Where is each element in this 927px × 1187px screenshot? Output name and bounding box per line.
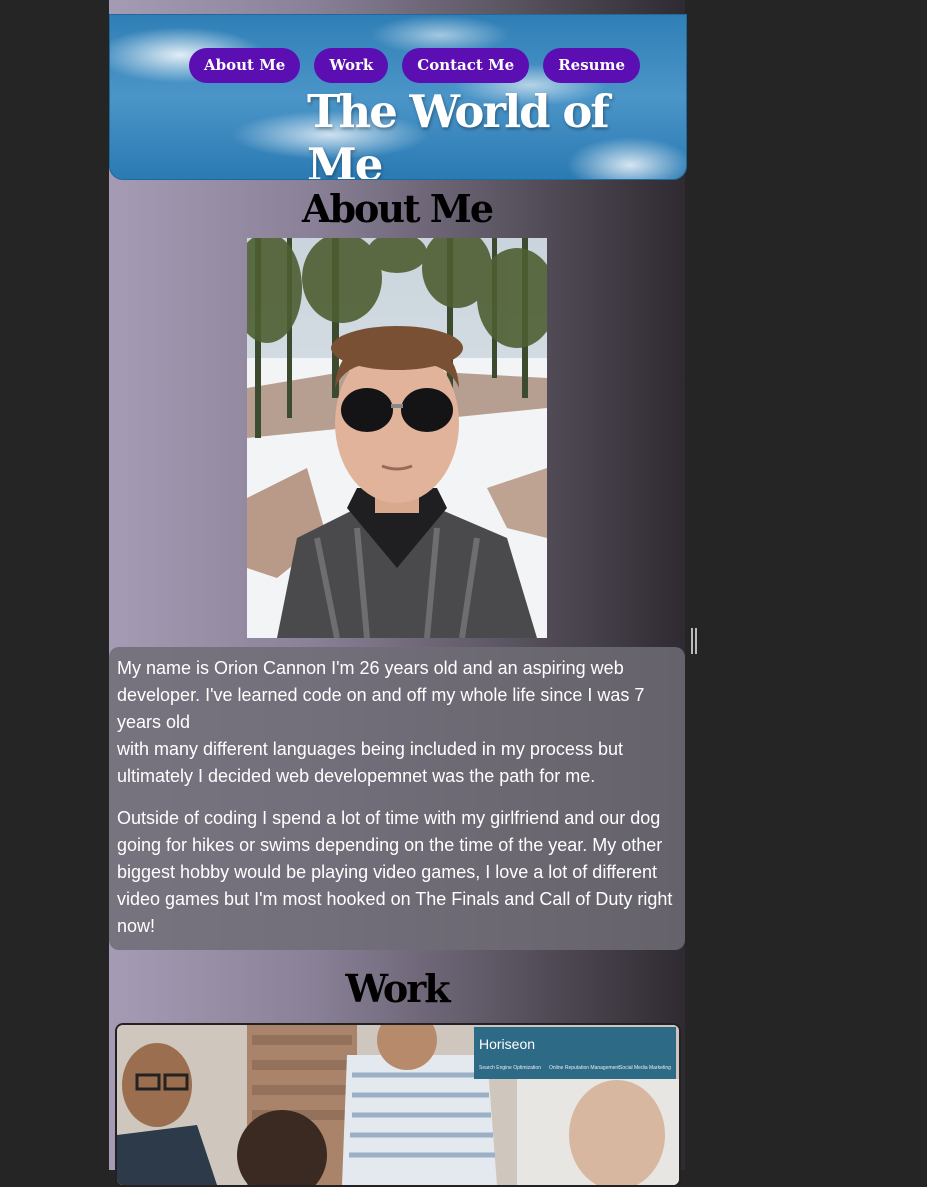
- project-nav-1: Search Engine Optimization: [479, 1065, 541, 1071]
- work-project-card[interactable]: Horiseon Search Engine Optimization Onli…: [115, 1023, 681, 1187]
- project-nav-3: Social Media Marketing: [619, 1065, 671, 1071]
- project-nav-2: Online Reputation Management: [549, 1065, 620, 1071]
- work-heading: Work: [345, 966, 450, 1011]
- nav-resume-button[interactable]: Resume: [543, 48, 640, 83]
- main-nav: About Me Work Contact Me Resume: [189, 48, 640, 83]
- project-brand: Horiseon: [479, 1036, 535, 1052]
- bio-paragraph-1: My name is Orion Cannon I'm 26 years old…: [117, 655, 677, 790]
- bio-text-1b: with many different languages being incl…: [117, 739, 623, 786]
- page-container: About Me Work Contact Me Resume The Worl…: [109, 0, 687, 1187]
- nav-work-button[interactable]: Work: [314, 48, 389, 83]
- about-me-bio: My name is Orion Cannon I'm 26 years old…: [109, 647, 685, 950]
- bio-text-1a: My name is Orion Cannon I'm 26 years old…: [117, 658, 645, 732]
- profile-photo: [247, 238, 547, 638]
- about-me-heading: About Me: [301, 186, 494, 231]
- nav-about-me-button[interactable]: About Me: [189, 48, 301, 83]
- site-title: The World of Me: [307, 85, 610, 180]
- nav-contact-me-button[interactable]: Contact Me: [402, 48, 530, 83]
- site-header: About Me Work Contact Me Resume The Worl…: [109, 14, 687, 180]
- bio-paragraph-2: Outside of coding I spend a lot of time …: [117, 808, 673, 936]
- resize-handle[interactable]: [691, 628, 697, 654]
